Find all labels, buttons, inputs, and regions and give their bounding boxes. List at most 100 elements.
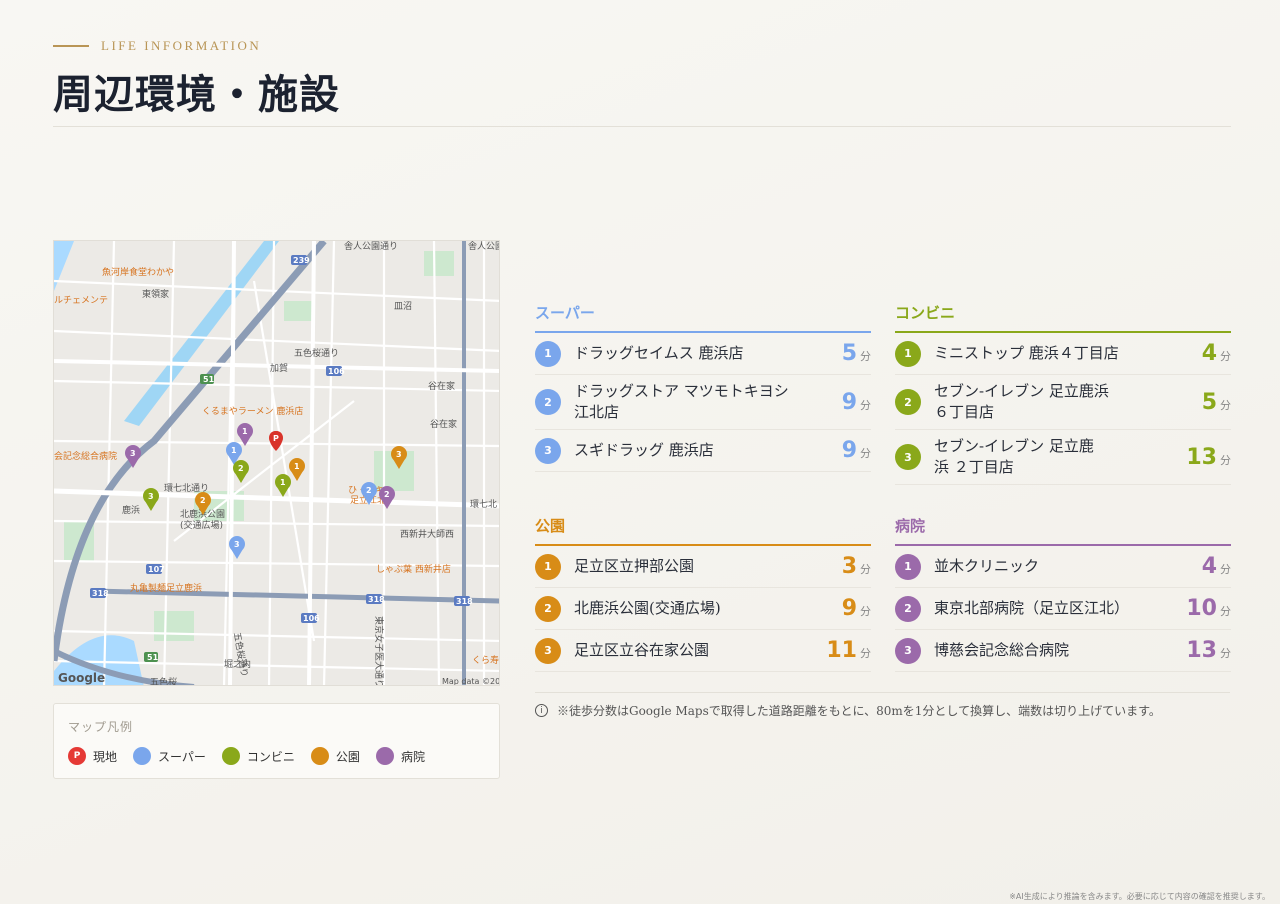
list-item[interactable]: 1 ミニストップ 鹿浜４丁目店 4分: [895, 333, 1231, 375]
walk-time: 13: [1186, 444, 1217, 470]
item-name: セブン-イレブン 足立鹿浜 ２丁目店: [934, 437, 1094, 476]
svg-text:3: 3: [130, 449, 136, 458]
walk-unit: 分: [1220, 398, 1231, 412]
road-number: 239: [293, 256, 310, 265]
walk-time: 4: [1201, 554, 1217, 579]
google-logo: Google: [58, 671, 105, 685]
category-title: コンビニ: [895, 302, 1231, 333]
svg-text:1: 1: [242, 427, 248, 436]
legend-item-super: スーパー: [133, 747, 206, 765]
item-number: 1: [535, 553, 561, 580]
map-label: 西新井大師西: [400, 528, 454, 540]
walk-unit: 分: [1220, 605, 1231, 618]
walk-time: 9: [841, 438, 857, 463]
svg-text:3: 3: [234, 540, 240, 549]
list-item[interactable]: 1 ドラッグセイムス 鹿浜店 5分: [535, 333, 871, 375]
map-label: 東領家: [142, 288, 169, 300]
svg-text:2: 2: [384, 490, 390, 499]
item-number: 3: [535, 437, 561, 464]
category-hospital: 病院 1 並木クリニック 4分 2 東京北部病院（足立区江北） 10 分 3 博慈…: [895, 515, 1231, 672]
road-number: 106: [303, 614, 320, 623]
conbini-marker-icon: [221, 747, 240, 765]
walk-time: 5: [1201, 389, 1217, 415]
walk-time: 3: [841, 554, 857, 579]
item-number: 3: [895, 637, 921, 664]
map-label: 皿沼: [394, 301, 412, 312]
map-label: 加賀: [270, 362, 288, 374]
map-label: 丸亀製麺足立鹿浜: [130, 582, 202, 594]
list-item[interactable]: 2 セブン-イレブン 足立鹿浜 ６丁目店 5分: [895, 375, 1231, 430]
svg-text:P: P: [273, 434, 279, 443]
walk-unit: 分: [1220, 563, 1231, 576]
legend-item-hospital: 病院: [375, 747, 425, 765]
list-item[interactable]: 1 足立区立押部公園 3分: [535, 546, 871, 588]
map-label: 鹿浜: [122, 504, 140, 516]
item-number: 2: [535, 595, 561, 622]
item-number: 1: [895, 553, 921, 580]
walk-unit: 分: [1220, 647, 1231, 660]
category-title: スーパー: [535, 302, 871, 333]
item-number: 3: [895, 444, 921, 470]
map-label: (交通広場): [180, 519, 223, 531]
category-title: 病院: [895, 515, 1231, 546]
map-label: 会記念総合病院: [54, 450, 117, 462]
walk-time-note: i ※徒歩分数はGoogle Mapsで取得した道路距離をもとに、80mを1分と…: [535, 702, 1161, 719]
road-number: 51: [203, 375, 215, 384]
hospital-marker-icon: [375, 747, 394, 765]
list-item[interactable]: 3 博慈会記念総合病院 13 分: [895, 630, 1231, 672]
map-label: 環七北: [470, 499, 497, 510]
list-item[interactable]: 3 セブン-イレブン 足立鹿浜 ２丁目店 13 分: [895, 430, 1231, 485]
road-number: 107: [148, 565, 165, 574]
header-divider: [53, 126, 1231, 127]
road-number: 106: [328, 367, 345, 376]
road-number: 51: [147, 653, 159, 662]
map-label: 谷在家: [430, 418, 457, 430]
walk-unit: 分: [860, 647, 871, 660]
walk-time: 4: [1201, 341, 1217, 366]
map-label: しゃぶ葉 西新井店: [376, 563, 451, 575]
item-name: ドラッグセイムス 鹿浜店: [574, 344, 744, 362]
svg-text:3: 3: [396, 450, 402, 459]
map-label: 東京女子医大通り: [373, 616, 385, 686]
note-text: ※徒歩分数はGoogle Mapsで取得した道路距離をもとに、80mを1分として…: [557, 704, 1161, 718]
map-label: ルチェメンテ: [54, 295, 108, 306]
item-number: 2: [535, 389, 561, 415]
item-name: 足立区立押部公園: [574, 557, 695, 575]
map-label: くるまやラーメン 鹿浜店: [202, 405, 303, 417]
area-map[interactable]: 魚河岸食堂わかや 東領家 ルチェメンテ 皿沼 五色桜通り 加賀 谷在家 谷在家 …: [53, 240, 500, 686]
list-item[interactable]: 2 北鹿浜公園(交通広場) 9分: [535, 588, 871, 630]
road-number: 318: [368, 595, 385, 604]
list-item[interactable]: 2 ドラッグストア マツモトキヨシ 江北店 9分: [535, 375, 871, 430]
list-item[interactable]: 1 並木クリニック 4分: [895, 546, 1231, 588]
legend-item-park: 公園: [310, 747, 360, 765]
item-number: 1: [535, 340, 561, 367]
walk-unit: 分: [860, 350, 871, 363]
svg-text:1: 1: [231, 446, 237, 455]
item-number: 1: [895, 340, 921, 367]
item-name: 足立区立谷在家公園: [574, 641, 710, 659]
item-name: ミニストップ 鹿浜４丁目店: [934, 344, 1119, 362]
list-item[interactable]: 3 スギドラッグ 鹿浜店 9分: [535, 430, 871, 472]
eyebrow-rule: [53, 45, 89, 47]
road-number: 318: [92, 589, 109, 598]
walk-unit: 分: [1220, 453, 1231, 467]
list-item[interactable]: 3 足立区立谷在家公園 11 分: [535, 630, 871, 672]
item-name: 博慈会記念総合病院: [934, 641, 1070, 659]
legend-item-site: P 現地: [68, 747, 117, 765]
legend-label: 公園: [335, 749, 360, 764]
legend-title: マップ凡例: [68, 720, 134, 734]
info-icon: i: [535, 704, 548, 717]
category-super: スーパー 1 ドラッグセイムス 鹿浜店 5分 2 ドラッグストア マツモトキヨシ…: [535, 302, 871, 472]
page-header: LIFE INFORMATION 周辺環境・施設: [53, 38, 1231, 120]
walk-unit: 分: [860, 447, 871, 460]
walk-unit: 分: [860, 563, 871, 576]
road-number: 318: [456, 597, 473, 606]
map-canvas[interactable]: 魚河岸食堂わかや 東領家 ルチェメンテ 皿沼 五色桜通り 加賀 谷在家 谷在家 …: [54, 241, 500, 686]
svg-text:1: 1: [280, 478, 286, 487]
item-name: 北鹿浜公園(交通広場): [574, 599, 721, 617]
walk-unit: 分: [860, 398, 871, 412]
list-item[interactable]: 2 東京北部病院（足立区江北） 10 分: [895, 588, 1231, 630]
svg-text:3: 3: [148, 492, 154, 501]
map-attribution: Map data ©2026: [442, 677, 500, 686]
svg-text:2: 2: [366, 486, 372, 495]
